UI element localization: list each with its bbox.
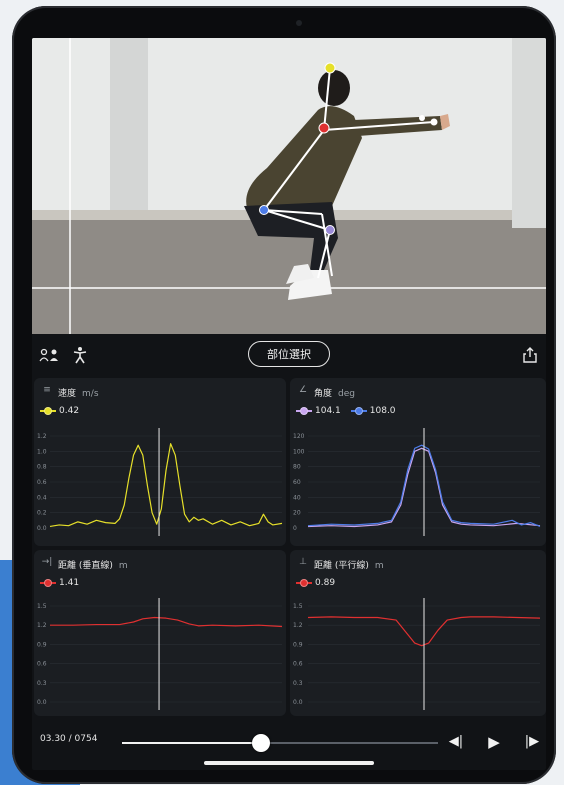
y-tick-label: 0 [293, 525, 297, 532]
y-tick-label: 0.3 [293, 680, 303, 687]
camera [296, 20, 302, 26]
wall-pillar [110, 38, 148, 214]
play-icon[interactable]: ▶ [484, 732, 504, 752]
y-tick-label: 0.8 [37, 464, 47, 471]
angle-panel: ∠ 角度 deg 104.1 108.0 120 100 80 60 40 20 0 [290, 378, 546, 546]
shoulder-keypoint[interactable] [318, 122, 330, 134]
wrist-keypoint[interactable] [419, 115, 425, 121]
angle-chart[interactable]: 120 100 80 60 40 20 0 [290, 378, 546, 546]
seek-progress [122, 742, 262, 744]
seek-thumb[interactable] [252, 734, 271, 752]
y-tick-label: 0.9 [37, 641, 47, 648]
y-tick-label: 0.0 [37, 699, 47, 706]
toolbar: 部位選択 [32, 338, 546, 374]
speed-chart[interactable]: 1.2 1.0 0.8 0.6 0.4 0.2 0.0 [34, 378, 286, 546]
share-icon[interactable] [518, 344, 542, 366]
y-tick-label: 1.2 [293, 622, 303, 629]
y-tick-label: 100 [293, 448, 305, 455]
y-tick-label: 0.9 [293, 641, 303, 648]
video-view[interactable] [32, 38, 546, 334]
wall-corner [512, 38, 546, 228]
y-tick-label: 1.2 [37, 433, 47, 440]
step-back-icon[interactable]: ◀| [446, 732, 466, 752]
vertical-distance-panel: →| 距離 (垂直線) m 1.41 1.5 1.2 0.9 0.6 0.3 0.0 [34, 550, 286, 716]
home-indicator [204, 761, 374, 765]
y-tick-label: 60 [293, 479, 301, 486]
y-tick-label: 0.4 [37, 494, 47, 501]
y-tick-label: 0.0 [293, 699, 303, 706]
y-tick-label: 120 [293, 433, 305, 440]
y-tick-label: 0.6 [293, 661, 303, 668]
y-tick-label: 1.2 [37, 622, 47, 629]
app-screen: 部位選択 ≡ 速度 m/s 0.42 1.2 1.0 0.8 0.6 0.4 0.2 0.0 … [32, 38, 546, 770]
speed-panel: ≡ 速度 m/s 0.42 1.2 1.0 0.8 0.6 0.4 0.2 0.0 [34, 378, 286, 546]
playback-time: 03.30 / 0754 [40, 734, 98, 744]
y-tick-label: 0.0 [37, 525, 47, 532]
y-tick-label: 0.2 [37, 510, 47, 517]
part-select-button[interactable]: 部位選択 [248, 341, 330, 367]
y-tick-label: 40 [293, 494, 301, 501]
y-tick-label: 0.6 [37, 661, 47, 668]
hand-keypoint[interactable] [430, 118, 438, 126]
pose-figure-icon[interactable] [68, 344, 92, 366]
y-tick-label: 1.0 [37, 448, 47, 455]
y-tick-label: 1.5 [37, 603, 47, 610]
y-tick-label: 1.5 [293, 603, 303, 610]
y-tick-label: 20 [293, 510, 301, 517]
y-tick-label: 80 [293, 464, 301, 471]
step-forward-icon[interactable]: |▶ [522, 732, 542, 752]
hip-keypoint[interactable] [259, 205, 269, 215]
horizontal-distance-chart[interactable]: 1.5 1.2 0.9 0.6 0.3 0.0 [290, 550, 546, 716]
compare-people-icon[interactable] [38, 344, 62, 366]
knee-keypoint[interactable] [325, 225, 335, 235]
y-tick-label: 0.3 [37, 680, 47, 687]
head-keypoint[interactable] [324, 62, 336, 74]
video-frame [32, 38, 546, 334]
horizontal-distance-panel: ⊥ 距離 (平行線) m 0.89 1.5 1.2 0.9 0.6 0.3 0.0 [290, 550, 546, 716]
series-line [49, 443, 283, 528]
y-tick-label: 0.6 [37, 479, 47, 486]
playback-bar: 03.30 / 0754 ◀| ▶ |▶ [32, 720, 546, 760]
vertical-distance-chart[interactable]: 1.5 1.2 0.9 0.6 0.3 0.0 [34, 550, 286, 716]
